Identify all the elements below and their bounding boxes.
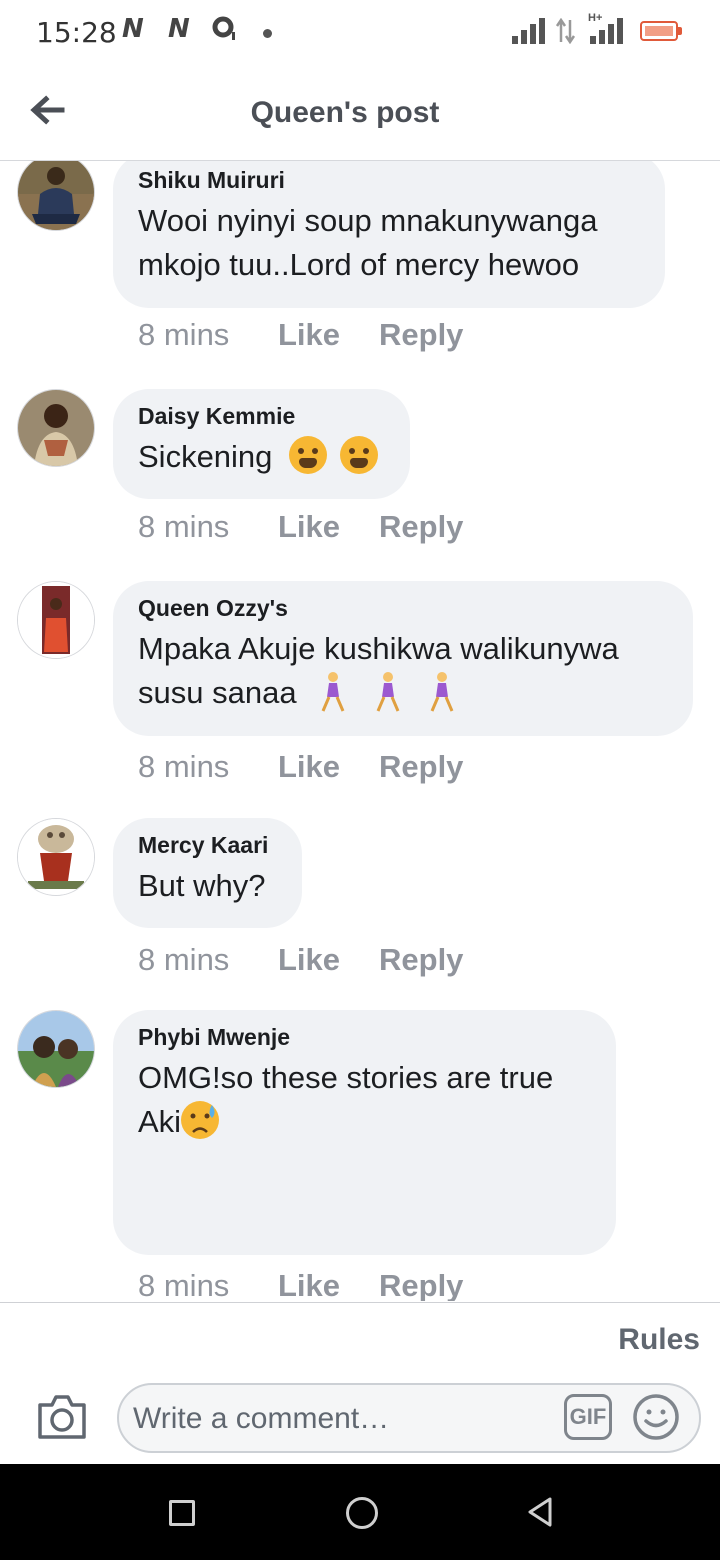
- camera-icon[interactable]: [36, 1393, 88, 1441]
- comment-bubble[interactable]: Daisy Kemmie Sickening: [113, 389, 410, 499]
- woman-walking-icon: [321, 672, 345, 712]
- gif-icon[interactable]: GIF: [564, 1394, 612, 1440]
- comment-time: 8 mins: [138, 942, 230, 977]
- reply-button[interactable]: Reply: [379, 509, 463, 545]
- comment-text-row: OMG!so these stories are true Aki: [138, 1056, 590, 1144]
- like-button[interactable]: Like: [278, 509, 340, 545]
- avatar[interactable]: [17, 1010, 95, 1088]
- comment-author[interactable]: Daisy Kemmie: [138, 401, 384, 431]
- comment-author[interactable]: Shiku Muiruri: [138, 165, 639, 195]
- comment-author[interactable]: Mercy Kaari: [138, 830, 276, 860]
- comment-input[interactable]: [131, 1395, 555, 1443]
- opera-icon: [212, 16, 235, 40]
- like-button[interactable]: Like: [278, 1268, 340, 1301]
- comment-bubble[interactable]: Mercy Kaari But why?: [113, 818, 302, 928]
- like-button[interactable]: Like: [278, 317, 340, 353]
- dot-icon: [263, 29, 272, 38]
- page-title: Queen's post: [250, 96, 440, 129]
- reply-button[interactable]: Reply: [379, 1268, 463, 1301]
- woman-walking-icon: [376, 672, 400, 712]
- comment-list[interactable]: Shiku Muiruri Wooi nyinyi soup mnakunywa…: [0, 161, 720, 1301]
- anguished-face-icon: [339, 436, 378, 474]
- header: Queen's post: [0, 66, 720, 161]
- anguished-face-icon: [289, 436, 328, 474]
- comment-bubble[interactable]: Phybi Mwenje OMG!so these stories are tr…: [113, 1010, 616, 1255]
- comment-time: 8 mins: [138, 317, 230, 352]
- woman-walking-icon: [431, 672, 454, 712]
- comment-text: Wooi nyinyi soup mnakunywanga mkojo tuu.…: [138, 203, 598, 282]
- comment-text-row: Sickening: [138, 435, 384, 479]
- avatar[interactable]: [17, 581, 95, 659]
- comment-time: 8 mins: [138, 749, 230, 784]
- comment-bubble[interactable]: Queen Ozzy's Mpaka Akuje kushikwa waliku…: [113, 581, 693, 736]
- data-arrows-icon: [555, 18, 576, 44]
- comment-bubble[interactable]: Shiku Muiruri Wooi nyinyi soup mnakunywa…: [113, 161, 665, 308]
- n-app-icon: N: [122, 14, 144, 44]
- battery-tip: [678, 27, 682, 35]
- battery-icon: [640, 21, 678, 41]
- like-button[interactable]: Like: [278, 942, 340, 978]
- avatar[interactable]: [17, 161, 95, 231]
- comment-text-row: Mpaka Akuje kushikwa walikunywa susu san…: [138, 627, 667, 715]
- reply-button[interactable]: Reply: [379, 749, 463, 785]
- comment-composer-area: Rules GIF: [0, 1302, 720, 1465]
- recent-apps-icon[interactable]: [169, 1500, 195, 1526]
- n-app-icon: N: [168, 14, 190, 44]
- signal-icon: [512, 18, 548, 44]
- comment-text: Sickening: [138, 439, 273, 474]
- comment-input-wrapper[interactable]: GIF: [117, 1383, 701, 1453]
- reply-button[interactable]: Reply: [379, 942, 463, 978]
- reply-button[interactable]: Reply: [379, 317, 463, 353]
- comment-time: 8 mins: [138, 1268, 230, 1301]
- comment-text: But why?: [138, 868, 266, 903]
- rules-link[interactable]: Rules: [618, 1323, 700, 1357]
- home-icon[interactable]: [346, 1497, 378, 1529]
- status-time: 15:28: [36, 16, 117, 49]
- avatar[interactable]: [17, 389, 95, 467]
- comment-time: 8 mins: [138, 509, 230, 544]
- status-bar: 15:28 N N H+: [0, 0, 720, 66]
- comment-author[interactable]: Queen Ozzy's: [138, 593, 667, 623]
- like-button[interactable]: Like: [278, 749, 340, 785]
- signal-icon: [590, 18, 626, 44]
- sad-but-relieved-face-icon: [181, 1101, 220, 1139]
- smile-icon[interactable]: [631, 1392, 681, 1442]
- comment-author[interactable]: Phybi Mwenje: [138, 1022, 590, 1052]
- avatar[interactable]: [17, 818, 95, 896]
- back-icon[interactable]: [526, 1496, 554, 1528]
